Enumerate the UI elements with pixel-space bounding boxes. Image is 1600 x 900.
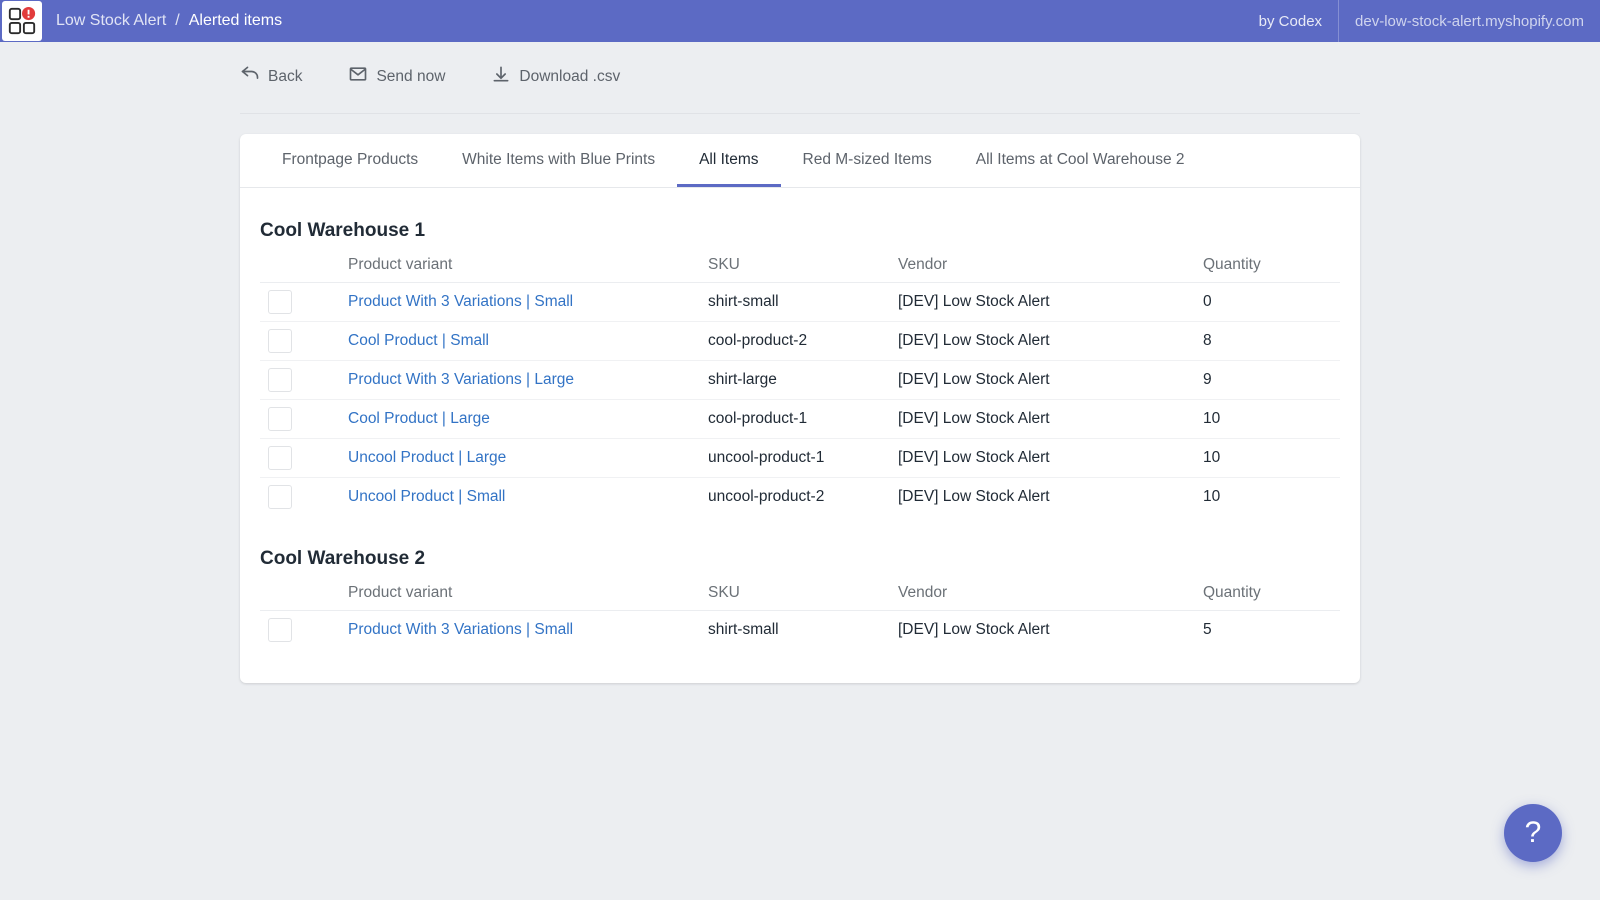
tab-frontpage-products[interactable]: Frontpage Products [260, 134, 440, 187]
product-thumbnail [268, 485, 292, 509]
column-vendor: Vendor [890, 248, 1195, 283]
tab-all-items[interactable]: All Items [677, 134, 780, 187]
breadcrumb-separator: / [175, 12, 179, 30]
action-row: Back Send now Download .csv [240, 42, 1360, 114]
vendor-cell: [DEV] Low Stock Alert [890, 361, 1195, 400]
back-button[interactable]: Back [240, 64, 302, 89]
send-now-label: Send now [376, 68, 445, 86]
quantity-cell: 10 [1195, 400, 1340, 439]
breadcrumb: Low Stock Alert / Alerted items [46, 12, 282, 30]
column-variant: Product variant [340, 248, 700, 283]
send-now-button[interactable]: Send now [348, 64, 445, 89]
table-row: Cool Product | Small cool-product-2[DEV] … [260, 322, 1340, 361]
variant-link[interactable]: Product With 3 Variations | Small [348, 293, 573, 310]
quantity-cell: 0 [1195, 283, 1340, 322]
column-variant: Product variant [340, 576, 700, 611]
column-quantity: Quantity [1195, 248, 1340, 283]
variant-link[interactable]: Uncool Product | Large [348, 449, 506, 466]
quantity-cell: 9 [1195, 361, 1340, 400]
sku-cell: uncool-product-2 [700, 478, 890, 517]
app-logo-icon [2, 1, 42, 41]
tab-white-items-with-blue-prints[interactable]: White Items with Blue Prints [440, 134, 677, 187]
product-thumbnail [268, 290, 292, 314]
sku-cell: shirt-large [700, 361, 890, 400]
vendor-cell: [DEV] Low Stock Alert [890, 400, 1195, 439]
breadcrumb-leaf: Alerted items [189, 12, 282, 30]
download-icon [491, 64, 511, 89]
sku-cell: shirt-small [700, 611, 890, 650]
vendor-cell: [DEV] Low Stock Alert [890, 283, 1195, 322]
quantity-cell: 8 [1195, 322, 1340, 361]
download-csv-label: Download .csv [519, 68, 620, 86]
quantity-cell: 5 [1195, 611, 1340, 650]
tab-red-m-sized-items[interactable]: Red M-sized Items [781, 134, 954, 187]
table-row: Uncool Product | Large uncool-product-1[D… [260, 439, 1340, 478]
variant-link[interactable]: Cool Product | Large [348, 410, 490, 427]
table-row: Uncool Product | Small uncool-product-2[D… [260, 478, 1340, 517]
question-mark-icon: ? [1525, 816, 1542, 850]
column-thumbnail [260, 248, 340, 283]
content-card: Frontpage ProductsWhite Items with Blue … [240, 134, 1360, 683]
vendor-cell: [DEV] Low Stock Alert [890, 322, 1195, 361]
column-sku: SKU [700, 248, 890, 283]
vendor-cell: [DEV] Low Stock Alert [890, 439, 1195, 478]
inventory-table: Product variantSKUVendorQuantityProduct … [260, 248, 1340, 516]
variant-link[interactable]: Product With 3 Variations | Large [348, 371, 574, 388]
product-thumbnail [268, 329, 292, 353]
column-vendor: Vendor [890, 576, 1195, 611]
quantity-cell: 10 [1195, 478, 1340, 517]
topbar: Low Stock Alert / Alerted items by Codex… [0, 0, 1600, 42]
tabs: Frontpage ProductsWhite Items with Blue … [240, 134, 1360, 188]
breadcrumb-root[interactable]: Low Stock Alert [56, 12, 166, 30]
by-codex-label[interactable]: by Codex [1259, 13, 1338, 30]
sku-cell: uncool-product-1 [700, 439, 890, 478]
download-csv-button[interactable]: Download .csv [491, 64, 620, 89]
warehouse-title: Cool Warehouse 1 [260, 220, 1340, 242]
product-thumbnail [268, 446, 292, 470]
reply-arrow-icon [240, 64, 260, 89]
vendor-cell: [DEV] Low Stock Alert [890, 611, 1195, 650]
warehouse-title: Cool Warehouse 2 [260, 548, 1340, 570]
tab-all-items-at-cool-warehouse-2[interactable]: All Items at Cool Warehouse 2 [954, 134, 1207, 187]
column-sku: SKU [700, 576, 890, 611]
product-thumbnail [268, 368, 292, 392]
back-label: Back [268, 68, 302, 86]
help-fab-button[interactable]: ? [1504, 804, 1562, 862]
variant-link[interactable]: Cool Product | Small [348, 332, 489, 349]
shop-domain-link[interactable]: dev-low-stock-alert.myshopify.com [1338, 0, 1600, 42]
table-row: Product With 3 Variations | Large shirt-l… [260, 361, 1340, 400]
table-row: Product With 3 Variations | Small shirt-s… [260, 611, 1340, 650]
table-row: Cool Product | Large cool-product-1[DEV] … [260, 400, 1340, 439]
inventory-table: Product variantSKUVendorQuantityProduct … [260, 576, 1340, 649]
table-row: Product With 3 Variations | Small shirt-s… [260, 283, 1340, 322]
variant-link[interactable]: Product With 3 Variations | Small [348, 621, 573, 638]
column-thumbnail [260, 576, 340, 611]
mail-icon [348, 64, 368, 89]
sku-cell: cool-product-2 [700, 322, 890, 361]
sku-cell: shirt-small [700, 283, 890, 322]
variant-link[interactable]: Uncool Product | Small [348, 488, 505, 505]
warehouse-section: Cool Warehouse 2 Product variantSKUVendor… [240, 516, 1360, 683]
product-thumbnail [268, 407, 292, 431]
vendor-cell: [DEV] Low Stock Alert [890, 478, 1195, 517]
quantity-cell: 10 [1195, 439, 1340, 478]
sku-cell: cool-product-1 [700, 400, 890, 439]
warehouse-section: Cool Warehouse 1 Product variantSKUVendor… [240, 188, 1360, 516]
product-thumbnail [268, 618, 292, 642]
column-quantity: Quantity [1195, 576, 1340, 611]
